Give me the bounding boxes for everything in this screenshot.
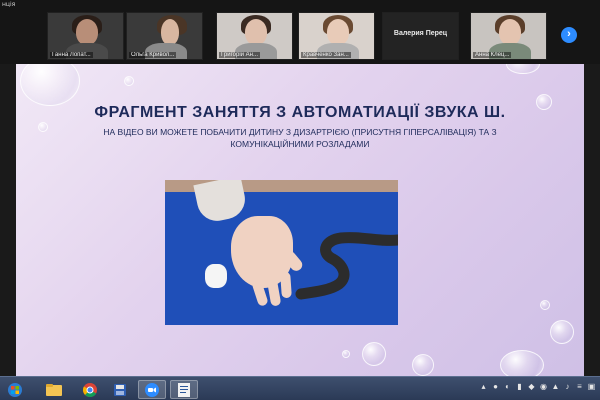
tray-icon[interactable]: ▣: [587, 382, 596, 391]
bubble-decoration: [550, 320, 574, 344]
taskbar-save-app[interactable]: [106, 380, 134, 399]
chrome-icon: [82, 382, 97, 397]
next-page-button[interactable]: ›: [561, 27, 577, 43]
bubble-decoration: [342, 350, 350, 358]
save-icon: [114, 383, 126, 396]
bubble-decoration: [506, 64, 540, 74]
participant-tile[interactable]: Кравченко Зан...: [298, 12, 375, 60]
participant-tile[interactable]: Григорій Ан...: [216, 12, 293, 60]
bubble-decoration: [38, 122, 48, 132]
bubble-decoration: [20, 64, 80, 106]
document-icon: [178, 382, 190, 397]
presentation-slide: ФРАГМЕНТ ЗАНЯТТЯ З АВТОМАТИАЦІЇ ЗВУКА Ш.…: [16, 64, 584, 376]
tray-icon[interactable]: ◐: [503, 382, 512, 391]
tray-icon[interactable]: ◆: [527, 382, 536, 391]
taskbar-chrome[interactable]: [76, 380, 104, 399]
slide-subtitle: НА ВІДЕО ВИ МОЖЕТЕ ПОБАЧИТИ ДИТИНУ З ДИЗ…: [103, 127, 497, 149]
tray-icon[interactable]: ●: [491, 382, 500, 391]
participant-name: Кравченко Зан...: [301, 52, 351, 58]
screen: нція Ганна Лопат... Ольга Кривол... Григ…: [0, 0, 600, 400]
participant-name: Валерия Перец: [393, 30, 448, 37]
participant-name: Ганна Лопат...: [50, 52, 93, 58]
video-still: [165, 180, 398, 325]
taskbar-explorer[interactable]: [40, 380, 68, 399]
clay-snake: [295, 232, 398, 300]
tray-icon[interactable]: ◉: [539, 382, 548, 391]
start-button[interactable]: [4, 380, 26, 399]
participant-tile[interactable]: Валерия Перец: [382, 12, 459, 60]
taskbar: ▴ ● ◐ ▮ ◆ ◉ ▲ ♪ ≡ ▣: [0, 376, 600, 400]
system-tray: ▴ ● ◐ ▮ ◆ ◉ ▲ ♪ ≡ ▣: [479, 382, 596, 391]
tray-icon[interactable]: ▲: [551, 382, 560, 391]
shared-screen: ФРАГМЕНТ ЗАНЯТТЯ З АВТОМАТИАЦІЇ ЗВУКА Ш.…: [0, 64, 600, 376]
chevron-right-icon: ›: [567, 28, 571, 40]
window-label: нція: [2, 1, 16, 8]
participant-name: Ольга Кривол...: [129, 52, 177, 58]
zoom-icon: [145, 382, 159, 397]
tray-icon[interactable]: ≡: [575, 382, 584, 391]
participant-tile[interactable]: Ганна Лопат...: [47, 12, 124, 60]
start-button-icon: [8, 382, 22, 397]
bubble-decoration: [500, 350, 544, 376]
participant-name: Анна Клец...: [473, 52, 512, 58]
tray-icon[interactable]: ♪: [563, 382, 572, 391]
folder-icon: [46, 383, 62, 396]
participant-tile[interactable]: Ольга Кривол...: [126, 12, 203, 60]
bubble-decoration: [412, 354, 434, 376]
participants-bar: нція Ганна Лопат... Ольга Кривол... Григ…: [0, 0, 600, 64]
bubble-decoration: [540, 300, 550, 310]
tray-icon[interactable]: ▮: [515, 382, 524, 391]
taskbar-document[interactable]: [170, 380, 198, 399]
bubble-decoration: [362, 342, 386, 366]
participant-tile[interactable]: Анна Клец...: [470, 12, 547, 60]
participant-name: Григорій Ан...: [219, 52, 260, 58]
bubble-decoration: [124, 76, 134, 86]
slide-title: ФРАГМЕНТ ЗАНЯТТЯ З АВТОМАТИАЦІЇ ЗВУКА Ш.: [94, 104, 506, 121]
taskbar-zoom[interactable]: [138, 380, 166, 399]
tray-icon[interactable]: ▴: [479, 382, 488, 391]
